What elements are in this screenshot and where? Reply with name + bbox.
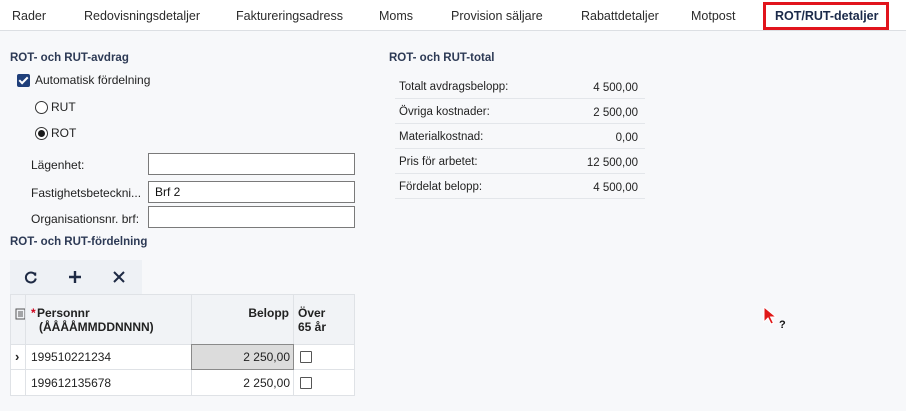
over65-header-line1[interactable]: Över bbox=[298, 306, 325, 320]
delete-row-button[interactable] bbox=[104, 260, 134, 294]
distribution-section-title: ROT- och RUT-fördelning bbox=[10, 236, 148, 248]
totals-divider bbox=[395, 123, 645, 124]
personnr-cell[interactable]: 199510221234 bbox=[31, 350, 111, 364]
work-price-value: 12 500,00 bbox=[586, 157, 638, 169]
amount-header[interactable]: Belopp bbox=[191, 306, 289, 320]
deduction-section-title: ROT- och RUT-avdrag bbox=[10, 52, 129, 64]
other-costs-value: 2 500,00 bbox=[593, 107, 638, 119]
over65-checkbox[interactable] bbox=[300, 377, 312, 389]
svg-text:?: ? bbox=[779, 319, 786, 330]
personnr-header[interactable]: Personnr bbox=[37, 306, 90, 320]
refresh-button[interactable] bbox=[16, 260, 46, 294]
material-cost-value: 0,00 bbox=[615, 132, 638, 144]
add-row-button[interactable] bbox=[60, 260, 90, 294]
auto-distribution-label: Automatisk fördelning bbox=[35, 73, 151, 87]
tab-moms[interactable]: Moms bbox=[379, 0, 413, 31]
tab-faktureringsadress[interactable]: Faktureringsadress bbox=[236, 0, 343, 31]
rut-radio[interactable] bbox=[35, 101, 48, 114]
distributed-amount-label: Fördelat belopp: bbox=[399, 181, 483, 193]
tab-redovisningsdetaljer[interactable]: Redovisningsdetaljer bbox=[84, 0, 200, 31]
material-cost-label: Materialkostnad: bbox=[399, 131, 484, 143]
amount-cell[interactable]: 2 250,00 bbox=[191, 376, 290, 390]
auto-distribution-checkbox[interactable] bbox=[17, 74, 30, 87]
totals-divider bbox=[395, 98, 645, 99]
tab-provision-saljare[interactable]: Provision säljare bbox=[451, 0, 543, 31]
rut-radio-label: RUT bbox=[51, 100, 76, 114]
org-number-brf-label: Organisationsnr. brf: bbox=[31, 212, 140, 226]
close-icon bbox=[113, 271, 125, 283]
rot-radio[interactable] bbox=[35, 127, 48, 140]
over65-checkbox[interactable] bbox=[300, 351, 312, 363]
tab-motpost[interactable]: Motpost bbox=[691, 0, 735, 31]
row-divider bbox=[11, 369, 354, 370]
header-divider bbox=[11, 344, 354, 345]
total-deduction-value: 4 500,00 bbox=[593, 82, 638, 94]
amount-cell[interactable]: 2 250,00 bbox=[191, 350, 290, 364]
tab-rader[interactable]: Rader bbox=[12, 0, 46, 31]
totals-section-title: ROT- och RUT-total bbox=[389, 52, 495, 64]
grid-toolbar bbox=[10, 260, 142, 294]
work-price-label: Pris för arbetet: bbox=[399, 156, 478, 168]
totals-divider bbox=[395, 148, 645, 149]
tab-highlight-box bbox=[763, 2, 889, 30]
org-number-brf-input[interactable] bbox=[148, 206, 355, 228]
tab-rabattdetaljer[interactable]: Rabattdetaljer bbox=[581, 0, 659, 31]
distribution-grid: * Personnr (ÅÅÅÅMMDDNNNN) Belopp Över 65… bbox=[10, 294, 355, 396]
personnr-format-hint: (ÅÅÅÅMMDDNNNN) bbox=[39, 320, 154, 334]
plus-icon bbox=[69, 271, 81, 283]
property-designation-label: Fastighetsbeteckni... bbox=[31, 186, 142, 200]
total-deduction-label: Totalt avdragsbelopp: bbox=[399, 81, 509, 93]
required-marker: * bbox=[31, 306, 36, 320]
totals-divider bbox=[395, 173, 645, 174]
other-costs-label: Övriga kostnader: bbox=[399, 106, 490, 118]
current-row-indicator-icon: › bbox=[15, 349, 20, 364]
refresh-icon bbox=[24, 271, 37, 284]
help-cursor-icon: ? bbox=[763, 306, 786, 330]
apartment-input[interactable] bbox=[148, 153, 355, 175]
apartment-label: Lägenhet: bbox=[31, 158, 85, 172]
rot-radio-label: ROT bbox=[51, 126, 77, 140]
totals-divider bbox=[395, 198, 645, 199]
distributed-amount-value: 4 500,00 bbox=[593, 182, 638, 194]
column-divider bbox=[25, 295, 26, 395]
over65-header-line2: 65 år bbox=[298, 320, 327, 334]
personnr-cell[interactable]: 199612135678 bbox=[31, 376, 111, 390]
property-designation-input[interactable] bbox=[148, 181, 355, 203]
